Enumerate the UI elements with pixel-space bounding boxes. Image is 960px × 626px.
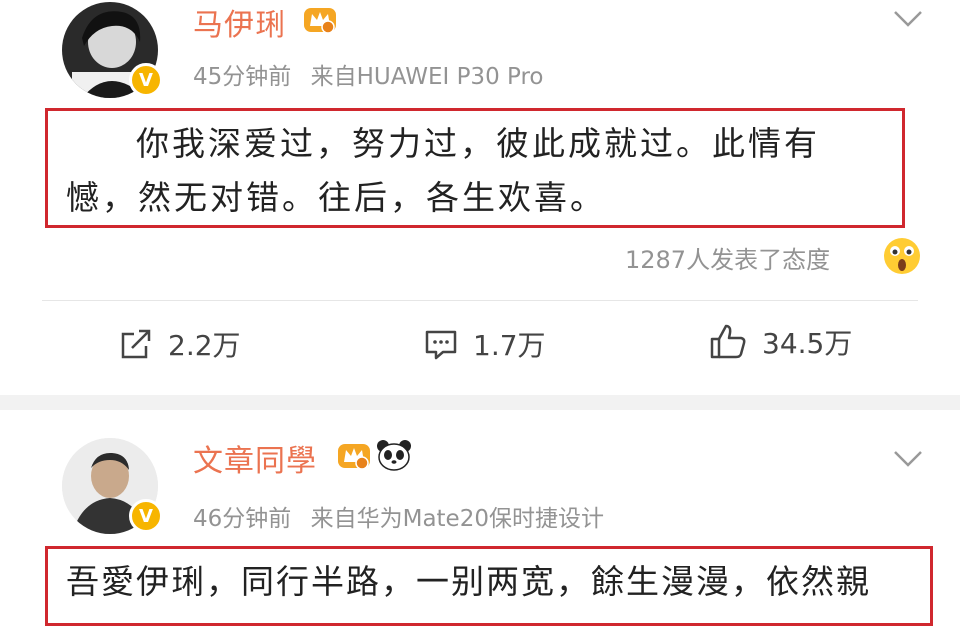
post-source[interactable]: 来自HUAWEI P30 Pro (311, 64, 544, 90)
post-time: 45分钟前 (193, 64, 292, 90)
chevron-down-icon[interactable] (893, 450, 923, 468)
vip-crown-icon (338, 444, 370, 470)
thumbs-up-icon (710, 324, 746, 359)
divider (42, 300, 918, 301)
repost-button[interactable]: 2.2万 (118, 324, 241, 364)
weibo-post-1: V 马伊琍 45分钟前 来自HUAWEI P30 Pro 你我深爱过，努力过，彼… (0, 0, 960, 395)
like-count: 34.5万 (762, 327, 853, 360)
vip-crown-icon (304, 8, 336, 34)
author-name[interactable]: 马伊琍 (193, 0, 286, 44)
post-time: 46分钟前 (193, 506, 292, 532)
panda-icon (377, 440, 411, 471)
post-source[interactable]: 来自华为Mate20保时捷设计 (311, 506, 604, 532)
feed-separator (0, 395, 960, 410)
surprised-emoji-icon[interactable] (882, 236, 922, 276)
verified-v-icon: V (129, 63, 163, 97)
post-text: 你我深爱过，努力过，彼此成就过。此情有憾，然无对错。往后，各生欢喜。 (45, 108, 905, 228)
repost-count: 2.2万 (168, 329, 241, 362)
comment-icon (425, 330, 457, 360)
post-text: 吾愛伊琍，同行半路，一别两宽，餘生漫漫，依然親 (45, 546, 933, 626)
post-meta: 45分钟前 来自HUAWEI P30 Pro (193, 57, 544, 91)
author-name[interactable]: 文章同學 (193, 436, 317, 480)
verified-v-icon: V (129, 499, 163, 533)
comment-count: 1.7万 (473, 329, 546, 362)
post-meta: 46分钟前 来自华为Mate20保时捷设计 (193, 499, 604, 533)
comment-button[interactable]: 1.7万 (423, 324, 546, 364)
repost-icon (121, 329, 151, 359)
chevron-down-icon[interactable] (893, 10, 923, 28)
weibo-post-2: V 文章同學 46分钟前 来自华为Mate20保时捷设计 吾愛伊琍，同行半路，一… (0, 410, 960, 626)
reaction-count[interactable]: 1287人发表了态度 (625, 240, 830, 275)
like-button[interactable]: 34.5万 (708, 322, 852, 362)
